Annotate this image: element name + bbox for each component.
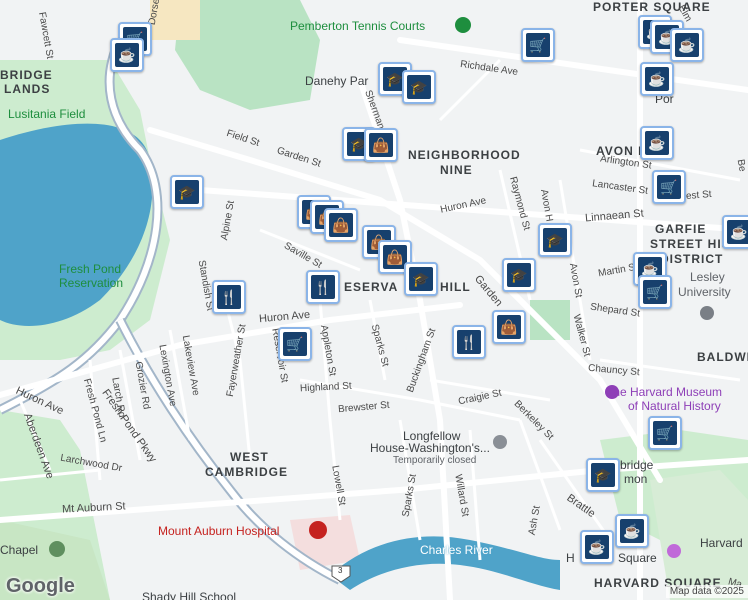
poi-longfellow-2[interactable]: House-Washington's... bbox=[370, 441, 490, 455]
cart-icon: 🛒 bbox=[657, 175, 681, 199]
marker-cafe[interactable]: ☕ bbox=[670, 28, 704, 62]
poi-harvard-museum-2[interactable]: of Natural History bbox=[628, 399, 721, 413]
marker-cafe[interactable]: ☕ bbox=[722, 215, 748, 249]
marker-shopping[interactable]: 👜 bbox=[324, 208, 358, 242]
marker-school[interactable]: 🎓 bbox=[402, 70, 436, 104]
school-icon: 🎓 bbox=[507, 263, 531, 287]
marker-grocery[interactable]: 🛒 bbox=[638, 275, 672, 309]
district-reservoir-b: HILL bbox=[440, 280, 471, 294]
restaurant-icon: 🍴 bbox=[457, 330, 481, 354]
poi-harvard-right[interactable]: Harvard bbox=[700, 536, 743, 550]
marker-shopping[interactable]: 👜 bbox=[492, 310, 526, 344]
poi-longfellow-3: Temporarily closed bbox=[393, 455, 477, 466]
district-harvard-partial: H bbox=[566, 551, 575, 565]
coffee-icon: ☕ bbox=[675, 33, 699, 57]
marker-restaurant[interactable]: 🍴 bbox=[212, 280, 246, 314]
district-porter-square: PORTER SQUARE bbox=[593, 0, 711, 14]
marker-cafe[interactable]: ☕ bbox=[580, 530, 614, 564]
poi-chapel[interactable]: Chapel bbox=[0, 543, 38, 557]
marker-restaurant[interactable]: 🍴 bbox=[452, 325, 486, 359]
school-icon: 🎓 bbox=[175, 180, 199, 204]
street-be: Be bbox=[734, 158, 748, 173]
coffee-icon: ☕ bbox=[115, 43, 139, 67]
poi-shady-hill-school[interactable]: Shady Hill School bbox=[142, 590, 236, 600]
marker-school[interactable]: 🎓 bbox=[170, 175, 204, 209]
bag-icon: 👜 bbox=[329, 213, 353, 237]
school-icon: 🎓 bbox=[543, 228, 567, 252]
coffee-icon: ☕ bbox=[620, 519, 644, 543]
coffee-icon: ☕ bbox=[585, 535, 609, 559]
restaurant-icon: 🍴 bbox=[217, 285, 241, 309]
poi-harvard-museum-1[interactable]: The Harvard Museum bbox=[606, 385, 722, 399]
marker-shopping[interactable]: 👜 bbox=[364, 128, 398, 162]
marker-school[interactable]: 🎓 bbox=[586, 458, 620, 492]
district-square-partial: Square bbox=[618, 551, 657, 565]
coffee-icon: ☕ bbox=[645, 131, 669, 155]
marker-grocery[interactable]: 🛒 bbox=[521, 28, 555, 62]
district-lands: LANDS bbox=[4, 82, 51, 96]
poi-fresh-pond-2[interactable]: Reservation bbox=[59, 276, 123, 290]
district-bridge: BRIDGE bbox=[0, 68, 53, 82]
poi-charles-river: Charles River bbox=[420, 543, 493, 557]
poi-lesley-1[interactable]: Lesley bbox=[690, 270, 725, 284]
cart-icon: 🛒 bbox=[643, 280, 667, 304]
marker-cafe[interactable]: ☕ bbox=[640, 62, 674, 96]
poi-lesley-2[interactable]: University bbox=[678, 285, 731, 299]
district-neighborhood: NEIGHBORHOOD bbox=[408, 148, 521, 162]
district-garfield-street: GARFIE bbox=[655, 222, 707, 236]
marker-grocery[interactable]: 🛒 bbox=[652, 170, 686, 204]
district-baldwin: BALDWI bbox=[697, 350, 748, 364]
district-cambridge: CAMBRIDGE bbox=[205, 465, 288, 479]
google-logo: Google bbox=[6, 575, 75, 597]
marker-grocery[interactable]: 🛒 bbox=[278, 327, 312, 361]
marker-cafe[interactable]: ☕ bbox=[640, 126, 674, 160]
marker-cafe[interactable]: ☕ bbox=[615, 514, 649, 548]
poi-danehy-park[interactable]: Danehy Par bbox=[305, 74, 368, 88]
district-street-historic: STREET HIS bbox=[650, 237, 731, 251]
restaurant-icon: 🍴 bbox=[311, 275, 335, 299]
cart-icon: 🛒 bbox=[283, 332, 307, 356]
marker-school[interactable]: 🎓 bbox=[538, 223, 572, 257]
district-reservoir-a: ESERVA bbox=[344, 280, 399, 294]
school-icon: 🎓 bbox=[591, 463, 615, 487]
district-district: DISTRICT bbox=[660, 252, 724, 266]
district-west: WEST bbox=[230, 450, 269, 464]
marker-school[interactable]: 🎓 bbox=[502, 258, 536, 292]
marker-restaurant[interactable]: 🍴 bbox=[306, 270, 340, 304]
map-attribution[interactable]: Map data ©2025 bbox=[665, 585, 748, 598]
poi-lusitania-field[interactable]: Lusitania Field bbox=[8, 107, 85, 121]
bag-icon: 👜 bbox=[369, 133, 393, 157]
bag-icon: 👜 bbox=[497, 315, 521, 339]
school-icon: 🎓 bbox=[407, 75, 431, 99]
poi-pemberton-tennis-courts[interactable]: Pemberton Tennis Courts bbox=[290, 19, 425, 33]
coffee-icon: ☕ bbox=[727, 220, 748, 244]
cart-icon: 🛒 bbox=[526, 33, 550, 57]
poi-mount-auburn-hospital[interactable]: Mount Auburn Hospital bbox=[158, 524, 279, 538]
map-canvas[interactable]: PORTER SQUARE AVON HILL NEIGHBORHOOD NIN… bbox=[0, 0, 748, 600]
poi-cambridge-common-2[interactable]: mon bbox=[624, 472, 647, 486]
school-icon: 🎓 bbox=[409, 267, 433, 291]
coffee-icon: ☕ bbox=[645, 67, 669, 91]
route-3-shield: 3 bbox=[338, 566, 343, 575]
poi-cambridge-common-1[interactable]: bridge bbox=[620, 458, 653, 472]
cart-icon: 🛒 bbox=[653, 421, 677, 445]
street-west-st: est St bbox=[685, 188, 713, 203]
marker-school[interactable]: 🎓 bbox=[404, 262, 438, 296]
marker-cafe[interactable]: ☕ bbox=[110, 38, 144, 72]
poi-fresh-pond-1[interactable]: Fresh Pond bbox=[59, 262, 121, 276]
marker-grocery[interactable]: 🛒 bbox=[648, 416, 682, 450]
district-nine: NINE bbox=[440, 163, 473, 177]
